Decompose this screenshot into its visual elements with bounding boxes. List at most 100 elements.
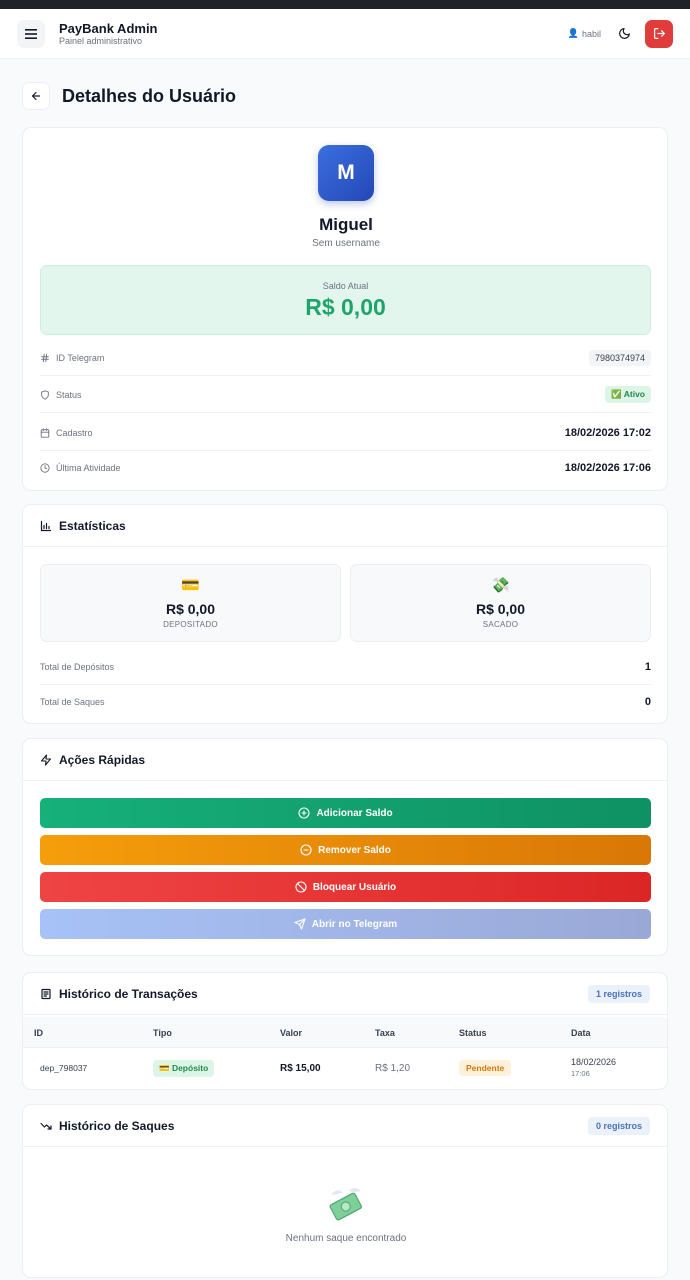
stat-deposited-value: R$ 0,00 <box>165 601 216 617</box>
withdrawals-empty-message: Nenhum saque encontrado <box>285 1233 407 1244</box>
logout-button[interactable] <box>645 19 673 48</box>
balance-label: Saldo Atual <box>322 281 369 291</box>
user-icon: 👤 <box>567 28 579 38</box>
stats-title: Estatísticas <box>59 518 126 533</box>
add-balance-label: Adicionar Saldo <box>316 807 393 819</box>
transactions-title: Histórico de Transações <box>59 986 198 1001</box>
tx-type-cell: 💳 Depósito <box>153 1048 215 1088</box>
balance-box: Saldo Atual R$ 0,00 <box>40 265 651 335</box>
col-date: Data <box>571 1027 591 1038</box>
col-status: Status <box>459 1027 487 1038</box>
col-fee: Taxa <box>375 1027 395 1038</box>
back-button[interactable] <box>22 82 50 110</box>
brand: PayBank Admin Painel administrativo <box>59 21 158 47</box>
transactions-header: Histórico de Transações 1 registros <box>23 973 667 1015</box>
withdrawals-header: Histórico de Saques 0 registros <box>23 1105 667 1147</box>
actions-header: Ações Rápidas <box>23 739 667 781</box>
col-id: ID <box>34 1027 43 1038</box>
theme-toggle-button[interactable] <box>611 21 637 47</box>
withdrawals-title: Histórico de Saques <box>59 1118 175 1133</box>
user-chip: 👤 habil <box>568 28 601 39</box>
col-value: Valor <box>280 1027 303 1038</box>
created-value: 18/02/2026 17:02 <box>564 426 651 439</box>
col-type: Tipo <box>153 1027 172 1038</box>
stats-card: Estatísticas 💳 R$ 0,00 DEPOSITADO 💸 R$ 0… <box>22 504 668 724</box>
transactions-card: Histórico de Transações 1 registros ID T… <box>22 972 668 1090</box>
stat-withdrawn-label: SACADO <box>482 620 519 629</box>
money-wings-icon: 💸 <box>491 577 510 594</box>
open-telegram-button[interactable]: Abrir no Telegram <box>40 909 651 939</box>
info-label: Status <box>56 389 82 400</box>
arrow-left-icon <box>31 91 41 101</box>
info-label: Cadastro <box>56 427 93 438</box>
add-balance-button[interactable]: Adicionar Saldo <box>40 798 651 828</box>
app-header: PayBank Admin Painel administrativo 👤 ha… <box>0 9 690 59</box>
logout-icon <box>653 28 665 39</box>
avatar: M <box>318 145 374 201</box>
actions-card: Ações Rápidas Adicionar Saldo Remover Sa… <box>22 738 668 956</box>
info-label: ID Telegram <box>56 352 105 363</box>
stat-withdrawn: 💸 R$ 0,00 SACADO <box>350 564 651 642</box>
stats-row-label: Total de Saques <box>40 697 105 707</box>
brand-subtitle: Painel administrativo <box>59 35 143 46</box>
stat-deposited-label: DEPOSITADO <box>163 620 218 629</box>
tx-type-badge: 💳 Depósito <box>153 1059 215 1077</box>
actions-title: Ações Rápidas <box>59 752 146 767</box>
hash-icon <box>41 353 49 362</box>
page-title: Detalhes do Usuário <box>62 85 237 106</box>
stats-row-label: Total de Depósitos <box>40 661 115 672</box>
menu-icon <box>25 28 37 39</box>
lightning-icon <box>40 753 52 766</box>
open-telegram-label: Abrir no Telegram <box>311 918 398 930</box>
block-user-button[interactable]: Bloquear Usuário <box>40 872 651 902</box>
transactions-count-badge: 1 registros <box>587 984 650 1003</box>
total-withdrawals-value: 0 <box>644 696 651 708</box>
stats-row-deposits: Total de Depósitos 1 <box>40 649 651 685</box>
info-row-status: Status ✅ Ativo <box>40 377 651 413</box>
profile-card: M Miguel Sem username Saldo Atual R$ 0,0… <box>22 127 668 491</box>
total-deposits-value: 1 <box>644 660 651 673</box>
table-row[interactable]: dep_798037 💳 Depósito R$ 15,00 R$ 1,20 P… <box>23 1048 667 1088</box>
receipt-icon <box>41 988 51 999</box>
remove-balance-label: Remover Saldo <box>318 844 391 856</box>
ban-icon <box>295 881 307 893</box>
tx-id: dep_798037 <box>40 1063 88 1073</box>
send-icon <box>294 918 306 930</box>
trending-down-icon <box>40 1122 52 1130</box>
brand-title: PayBank Admin <box>59 20 158 36</box>
info-label: Última Atividade <box>56 463 121 473</box>
minus-circle-icon <box>300 844 312 856</box>
tx-date: 18/02/2026 <box>571 1057 617 1067</box>
user-full-name: Miguel <box>319 215 373 234</box>
stat-deposited: 💳 R$ 0,00 DEPOSITADO <box>40 564 341 642</box>
stats-row-withdrawals: Total de Saques 0 <box>40 684 651 720</box>
calendar-icon <box>40 427 50 438</box>
menu-button[interactable] <box>17 19 45 48</box>
info-row-created: Cadastro 18/02/2026 17:02 <box>40 415 651 451</box>
stats-header: Estatísticas <box>23 505 667 547</box>
withdrawals-card: Histórico de Saques 0 registros Nenhum s… <box>22 1104 668 1278</box>
moon-icon <box>618 28 630 39</box>
balance-value: R$ 0,00 <box>305 294 386 320</box>
tx-value: R$ 15,00 <box>280 1062 321 1074</box>
tx-time: 17:06 <box>571 1069 590 1078</box>
page-heading: Detalhes do Usuário <box>22 82 236 110</box>
status-badge: ✅ Ativo <box>605 386 651 403</box>
user-username: Sem username <box>312 238 380 249</box>
clock-icon <box>40 463 50 473</box>
last-activity-value: 18/02/2026 17:06 <box>564 462 651 474</box>
shield-icon <box>41 389 49 400</box>
remove-balance-button[interactable]: Remover Saldo <box>40 835 651 865</box>
credit-card-icon: 💳 <box>181 577 200 594</box>
info-row-last-activity: Última Atividade 18/02/2026 17:06 <box>40 450 651 486</box>
tx-status-badge: Pendente <box>459 1060 512 1076</box>
stat-withdrawn-value: R$ 0,00 <box>475 601 526 617</box>
tx-fee: R$ 1,20 <box>375 1062 411 1074</box>
bar-chart-icon <box>40 520 52 531</box>
tx-date-cell: 18/02/2026 17:06 <box>571 1048 616 1088</box>
telegram-id-value: 7980374974 <box>588 349 651 366</box>
transactions-table-header: ID Tipo Valor Taxa Status Data <box>23 1017 667 1048</box>
user-name: habil <box>581 28 601 39</box>
tx-status-cell: Pendente <box>459 1048 512 1088</box>
block-user-label: Bloquear Usuário <box>312 881 397 893</box>
